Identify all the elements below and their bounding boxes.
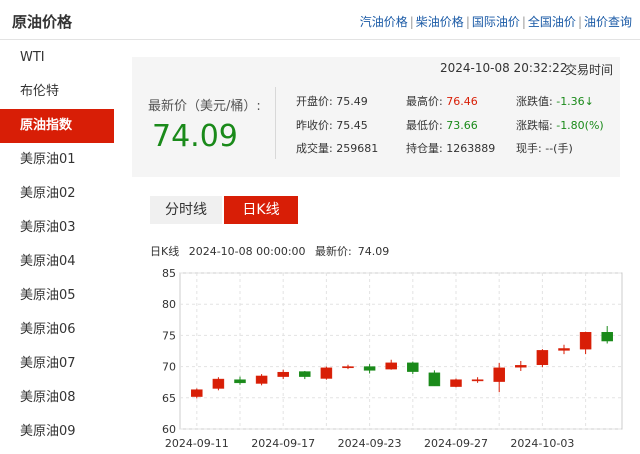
y-tick-label: 80 <box>162 298 176 311</box>
plot-border <box>179 272 623 430</box>
sidebar-item-us-crude-03[interactable]: 美原油03 <box>0 211 116 245</box>
change-value: 涨跌值: -1.36↓ <box>516 93 594 109</box>
daily-kline-chart: 60 65 70 75 80 85 2024-09-11 2024-09-17 2024-09-… <box>162 267 623 450</box>
link-diesel-price[interactable]: 柴油价格 <box>416 15 464 29</box>
candle-body <box>299 371 311 377</box>
change-value-value: -1.36↓ <box>556 95 594 108</box>
sidebar-item-us-crude-01[interactable]: 美原油01 <box>0 143 116 177</box>
volume-label: 成交量: <box>296 142 333 155</box>
kline-label: 日K线 <box>150 245 180 258</box>
latest-price-label: 最新价（美元/桶）: <box>148 99 261 114</box>
y-tick-label: 65 <box>162 392 176 405</box>
volume: 成交量: 259681 <box>296 140 378 156</box>
sidebar-item-us-crude-02[interactable]: 美原油02 <box>0 177 116 211</box>
change-percent-label: 涨跌幅: <box>516 119 553 132</box>
sidebar-item-crude-index[interactable]: 原油指数 <box>0 109 114 143</box>
quote-datetime: 2024-10-08 20:32:22 <box>440 61 568 75</box>
open-price-label: 开盘价: <box>296 95 333 108</box>
x-tick-label: 2024-09-17 <box>251 437 315 450</box>
prev-close-label: 昨收价: <box>296 119 333 132</box>
link-gasoline-price[interactable]: 汽油价格 <box>360 15 408 29</box>
candle-body <box>601 332 613 342</box>
low-price: 最低价: 73.66 <box>406 117 478 133</box>
chart-info-line: 日K线 2024-10-08 00:00:00 最新价: 74.09 <box>150 243 395 259</box>
link-national-oil-price[interactable]: 全国油价 <box>528 15 576 29</box>
open-interest-value: 1263889 <box>446 142 496 155</box>
link-separator: | <box>521 15 526 29</box>
tab-intraday[interactable]: 分时线 <box>150 196 222 224</box>
x-tick-label: 2024-10-03 <box>510 437 574 450</box>
high-price-value: 76.46 <box>446 95 478 108</box>
candle-body <box>212 378 225 389</box>
low-price-value: 73.66 <box>446 119 478 132</box>
y-tick-label: 60 <box>162 423 176 436</box>
open-interest: 持仓量: 1263889 <box>406 140 495 156</box>
link-separator: | <box>409 15 414 29</box>
candle-body <box>255 375 268 384</box>
change-percent-value: -1.80(%) <box>556 119 604 132</box>
sidebar-item-brent[interactable]: 布伦特 <box>0 75 116 109</box>
candle-body <box>191 389 203 397</box>
candle-body <box>450 379 462 387</box>
prev-close-price: 昨收价: 75.45 <box>296 117 368 133</box>
sidebar-item-wti[interactable]: WTI <box>0 41 116 75</box>
candle-body <box>515 365 527 368</box>
candle-body <box>493 367 505 382</box>
candle-body <box>277 371 289 377</box>
candle-body <box>363 366 376 371</box>
tab-daily-kline[interactable]: 日K线 <box>224 196 298 224</box>
quote-panel: 2024-10-08 20:32:22 交易时间 最新价（美元/桶）: 74.0… <box>132 57 620 177</box>
divider <box>275 87 276 159</box>
x-tick-label: 2024-09-27 <box>424 437 488 450</box>
link-oil-price-query[interactable]: 油价查询 <box>584 15 632 29</box>
candle-body <box>385 362 397 370</box>
sidebar-item-us-crude-09[interactable]: 美原油09 <box>0 415 116 449</box>
sidebar-item-us-crude-05[interactable]: 美原油05 <box>0 279 116 313</box>
top-bar: 原油价格 汽油价格 | 柴油价格 | 国际油价 | 全国油价 | 油价查询 <box>0 0 640 40</box>
low-price-label: 最低价: <box>406 119 443 132</box>
candle-body <box>407 362 419 372</box>
volume-value: 259681 <box>336 142 379 155</box>
candle-body <box>234 379 246 384</box>
open-price: 开盘价: 75.49 <box>296 93 368 109</box>
high-price-label: 最高价: <box>406 95 443 108</box>
latest-price-value: 74.09 <box>152 119 238 154</box>
current-hand: 现手: --(手) <box>516 140 573 156</box>
current-hand-label: 现手: <box>516 142 542 155</box>
link-separator: | <box>465 15 470 29</box>
x-tick-label: 2024-09-11 <box>165 437 229 450</box>
sidebar-item-us-crude-06[interactable]: 美原油06 <box>0 313 116 347</box>
y-tick-label: 75 <box>162 329 176 342</box>
top-links: 汽油价格 | 柴油价格 | 国际油价 | 全国油价 | 油价查询 <box>360 13 632 30</box>
kline-date: 2024-10-08 00:00:00 <box>188 245 306 258</box>
kline-latest-value: 74.09 <box>357 245 390 258</box>
open-interest-label: 持仓量: <box>406 142 443 155</box>
candle-body <box>342 366 354 369</box>
sidebar-item-us-crude-08[interactable]: 美原油08 <box>0 381 116 415</box>
high-price: 最高价: 76.46 <box>406 93 478 109</box>
change-percent: 涨跌幅: -1.80(%) <box>516 117 604 133</box>
sidebar-item-us-crude-04[interactable]: 美原油04 <box>0 245 116 279</box>
chart-tabs: 分时线 日K线 <box>150 196 310 224</box>
candle-body <box>536 350 549 365</box>
sidebar-item-us-crude-07[interactable]: 美原油07 <box>0 347 116 381</box>
change-value-label: 涨跌值: <box>516 95 553 108</box>
y-tick-label: 70 <box>162 361 176 374</box>
page-title: 原油价格 <box>12 13 73 31</box>
x-tick-label: 2024-09-23 <box>338 437 402 450</box>
candle-body <box>320 367 333 379</box>
link-international-oil-price[interactable]: 国际油价 <box>472 15 520 29</box>
candle-body <box>579 332 592 350</box>
candle-body <box>428 372 441 387</box>
sidebar: WTI 布伦特 原油指数 美原油01 美原油02 美原油03 美原油04 美原油… <box>0 41 116 454</box>
open-price-value: 75.49 <box>336 95 368 108</box>
candle-body <box>558 348 570 351</box>
candle-body <box>471 379 484 382</box>
prev-close-value: 75.45 <box>336 119 368 132</box>
y-tick-label: 85 <box>162 267 176 280</box>
link-separator: | <box>577 15 582 29</box>
trading-time-label: 交易时间 <box>565 63 614 77</box>
kline-latest-label: 最新价: <box>315 245 352 258</box>
current-hand-value: --(手) <box>545 142 573 155</box>
